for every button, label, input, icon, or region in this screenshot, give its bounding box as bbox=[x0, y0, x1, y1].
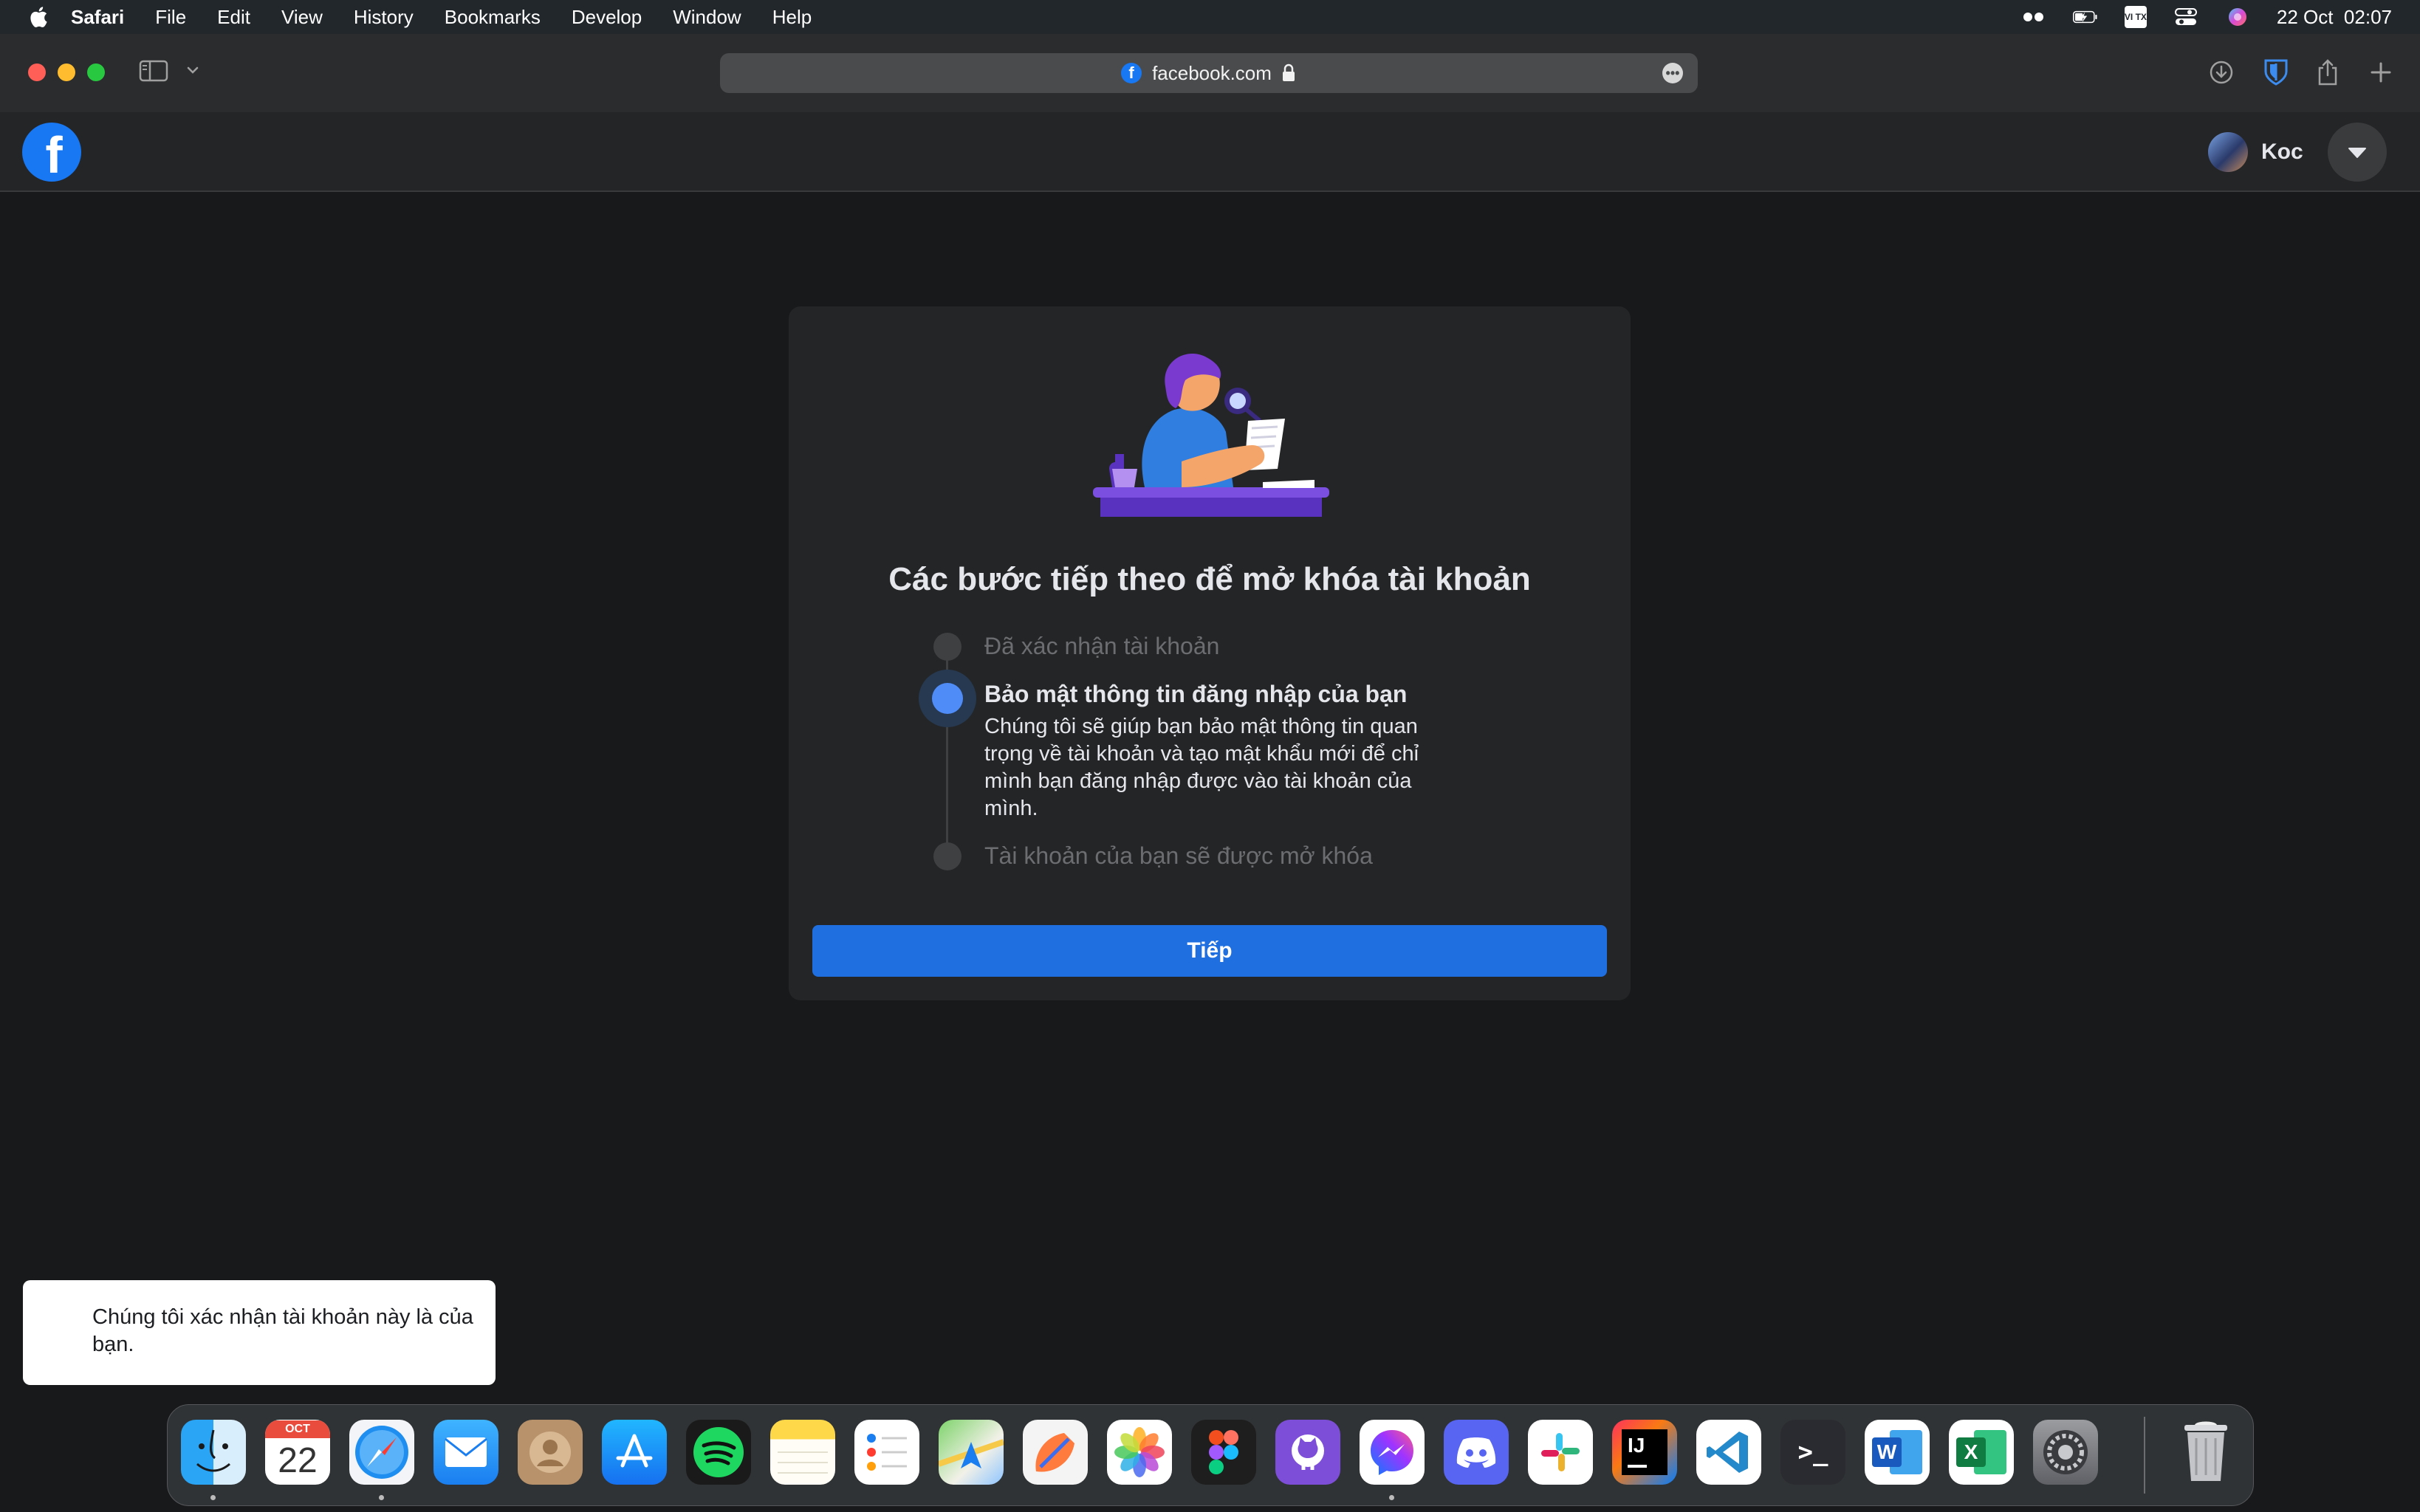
step-pending-indicator bbox=[933, 842, 962, 870]
menu-window[interactable]: Window bbox=[673, 6, 741, 29]
notes-icon[interactable] bbox=[770, 1420, 835, 1485]
excel-icon[interactable]: X bbox=[1949, 1420, 2014, 1485]
calendar-icon[interactable]: OCT 22 bbox=[265, 1420, 330, 1485]
calendar-month: OCT bbox=[265, 1420, 330, 1438]
menu-file[interactable]: File bbox=[155, 6, 186, 29]
menu-history[interactable]: History bbox=[354, 6, 414, 29]
intellij-badge: IJ bbox=[1622, 1429, 1667, 1475]
caret-down-icon bbox=[2348, 148, 2366, 158]
slack-icon[interactable] bbox=[1528, 1420, 1593, 1485]
pixelmator-icon[interactable] bbox=[1023, 1420, 1088, 1485]
figma-icon[interactable] bbox=[1191, 1420, 1256, 1485]
person-reading-illustration bbox=[1093, 353, 1329, 517]
menu-develop[interactable]: Develop bbox=[572, 6, 642, 29]
facebook-logo-letter: f bbox=[45, 126, 63, 182]
word-icon[interactable]: W bbox=[1865, 1420, 1930, 1485]
finder-icon[interactable] bbox=[181, 1420, 246, 1485]
toast-message: Chúng tôi xác nhận tài khoản này là của … bbox=[92, 1305, 473, 1356]
downloads-icon[interactable] bbox=[2205, 56, 2238, 89]
window-minimize-button[interactable] bbox=[58, 63, 75, 81]
window-zoom-button[interactable] bbox=[87, 63, 105, 81]
step-description: Chúng tôi sẽ giúp bạn bảo mật thông tin … bbox=[984, 715, 1419, 820]
intellij-idea-icon[interactable]: IJ bbox=[1612, 1420, 1677, 1485]
mail-icon[interactable] bbox=[433, 1420, 498, 1485]
avatar bbox=[2208, 132, 2248, 172]
discord-icon[interactable] bbox=[1444, 1420, 1509, 1485]
word-letter: W bbox=[1872, 1437, 1902, 1467]
trash-icon[interactable] bbox=[2173, 1420, 2238, 1485]
running-indicator bbox=[210, 1495, 216, 1500]
photos-icon[interactable] bbox=[1107, 1420, 1172, 1485]
messenger-icon[interactable] bbox=[1360, 1420, 1425, 1485]
share-icon[interactable] bbox=[2311, 56, 2344, 89]
browser-toolbar: f facebook.com ••• bbox=[0, 34, 2420, 113]
confirmation-toast: Chúng tôi xác nhận tài khoản này là của … bbox=[23, 1280, 496, 1385]
dock: OCT 22 IJ >_ W X bbox=[167, 1404, 2254, 1506]
running-indicator bbox=[379, 1495, 384, 1500]
unlock-steps-card: Các bước tiếp theo để mở khóa tài khoản … bbox=[789, 306, 1631, 1000]
reminders-icon[interactable] bbox=[854, 1420, 919, 1485]
facebook-logo[interactable]: f bbox=[22, 123, 81, 182]
menu-bookmarks[interactable]: Bookmarks bbox=[445, 6, 541, 29]
chevron-down-icon[interactable] bbox=[185, 62, 201, 78]
window-close-button[interactable] bbox=[28, 63, 46, 81]
terminal-icon[interactable]: >_ bbox=[1780, 1420, 1845, 1485]
control-dots-icon[interactable] bbox=[2021, 7, 2046, 27]
sidebar-toggle-icon[interactable] bbox=[139, 59, 168, 83]
menu-bar: Safari File Edit View History Bookmarks … bbox=[0, 0, 2420, 34]
terminal-label: >_ bbox=[1797, 1437, 1828, 1467]
step-label: Bảo mật thông tin đăng nhập của bạn bbox=[984, 681, 1408, 707]
step-label: Đã xác nhận tài khoản bbox=[984, 633, 1220, 659]
maps-icon[interactable] bbox=[939, 1420, 1004, 1485]
control-center-icon[interactable] bbox=[2173, 7, 2198, 27]
page-title: Các bước tiếp theo để mở khóa tài khoản bbox=[888, 561, 1531, 597]
continue-button[interactable]: Tiếp bbox=[812, 925, 1607, 977]
apple-menu-icon[interactable] bbox=[28, 6, 49, 28]
menubar-clock[interactable]: 22 Oct 02:07 bbox=[2277, 6, 2392, 29]
menu-view[interactable]: View bbox=[281, 6, 323, 29]
dock-separator bbox=[2144, 1417, 2145, 1494]
profile-chip[interactable]: Koc bbox=[2208, 130, 2303, 174]
spotify-icon[interactable] bbox=[686, 1420, 751, 1485]
system-settings-icon[interactable] bbox=[2033, 1420, 2098, 1485]
step-done-indicator bbox=[933, 633, 962, 661]
bitwarden-extension-icon[interactable] bbox=[2260, 56, 2292, 89]
facebook-header: f Koc bbox=[0, 112, 2420, 192]
running-indicator bbox=[1389, 1495, 1394, 1500]
address-url: facebook.com bbox=[1152, 61, 1272, 84]
step-current-indicator bbox=[932, 683, 963, 714]
menu-app-name[interactable]: Safari bbox=[71, 6, 124, 29]
step-label: Tài khoản của bạn sẽ được mở khóa bbox=[984, 842, 1373, 869]
safari-icon[interactable] bbox=[349, 1420, 414, 1485]
page-menu-icon[interactable]: ••• bbox=[1662, 63, 1683, 83]
facebook-favicon-icon: f bbox=[1121, 63, 1142, 83]
new-tab-icon[interactable] bbox=[2365, 56, 2397, 89]
github-desktop-icon[interactable] bbox=[1275, 1420, 1340, 1485]
account-menu-button[interactable] bbox=[2328, 123, 2387, 182]
lock-icon bbox=[1282, 63, 1295, 81]
menu-help[interactable]: Help bbox=[772, 6, 812, 29]
input-source-badge[interactable]: VI TX bbox=[2124, 6, 2147, 28]
menu-edit[interactable]: Edit bbox=[217, 6, 250, 29]
intellij-label: IJ bbox=[1628, 1434, 1645, 1457]
vscode-icon[interactable] bbox=[1696, 1420, 1761, 1485]
calendar-day: 22 bbox=[278, 1441, 318, 1480]
contacts-icon[interactable] bbox=[518, 1420, 583, 1485]
excel-letter: X bbox=[1956, 1437, 1986, 1467]
address-bar[interactable]: f facebook.com ••• bbox=[720, 53, 1698, 93]
battery-charging-icon[interactable] bbox=[2072, 7, 2098, 27]
intellij-underline bbox=[1628, 1465, 1647, 1468]
siri-icon[interactable] bbox=[2225, 7, 2250, 27]
profile-name: Koc bbox=[2261, 140, 2303, 164]
app-store-icon[interactable] bbox=[602, 1420, 667, 1485]
